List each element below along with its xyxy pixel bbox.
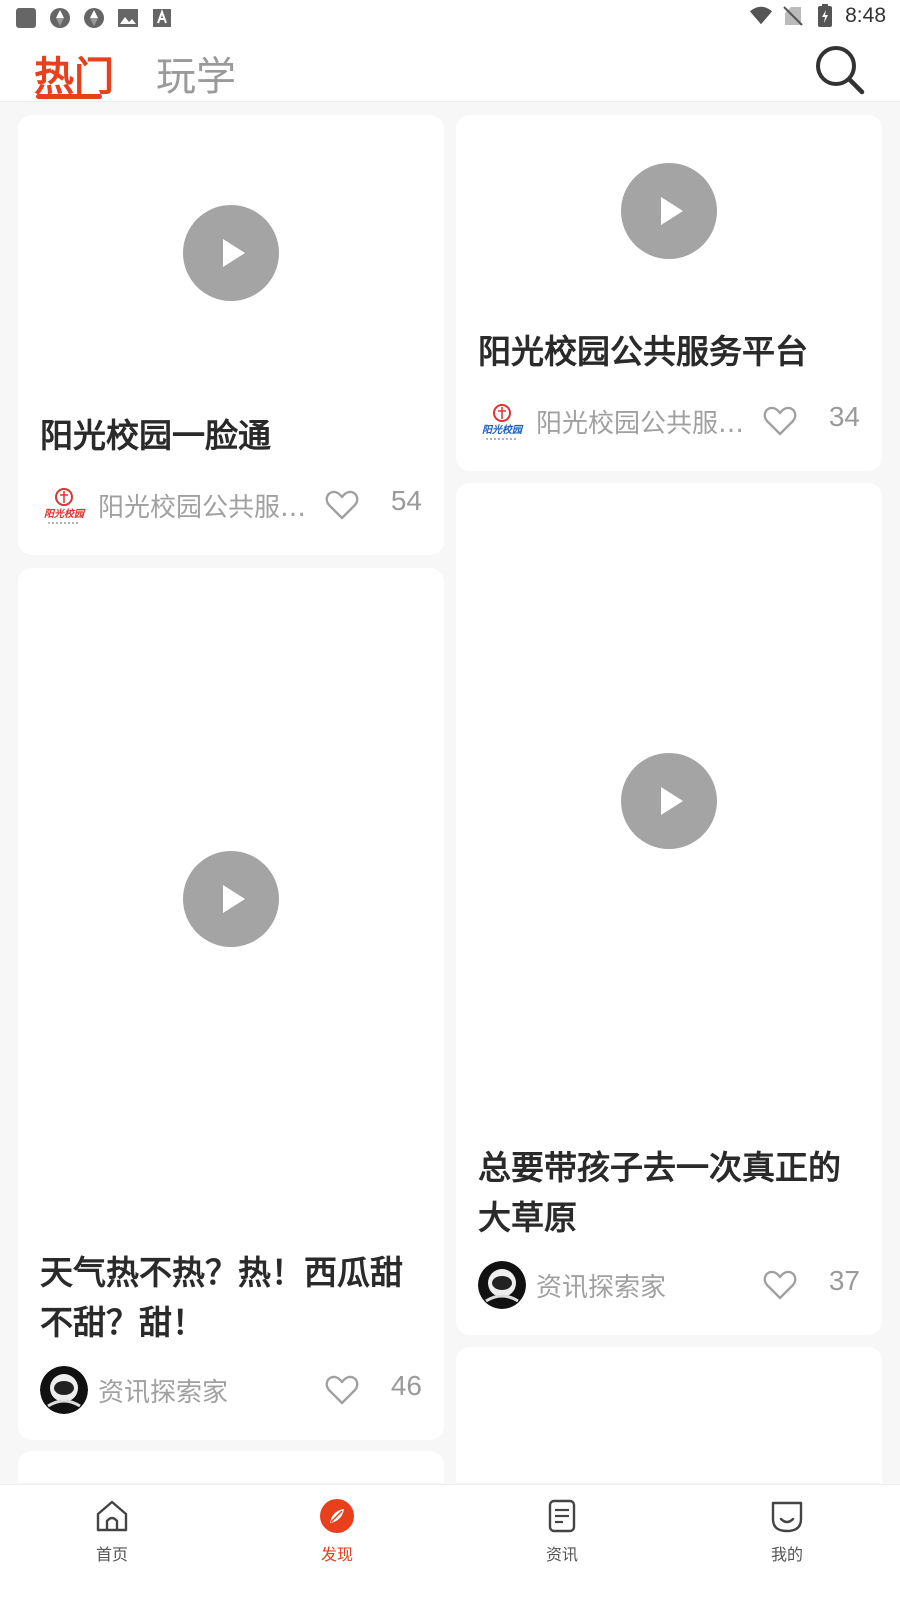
nav-label: 发现 [320, 1545, 353, 1564]
card-meta: 阳光校园 阳光校园公共服… 34 [478, 395, 860, 447]
author-name[interactable]: 资讯探索家 [536, 1267, 756, 1304]
nav-label: 资讯 [545, 1545, 578, 1564]
like-count: 46 [390, 1370, 422, 1401]
video-card[interactable]: 总要带孩子去一次真正的大草原 资讯探索家 37 [456, 483, 882, 1335]
heart-icon[interactable] [324, 487, 360, 523]
discover-feed[interactable]: 阳光校园一脸通 阳光校园 阳光校园公共服… 54 阳光校园公共服务平台 阳光校园… [0, 103, 900, 1483]
aperture-icon [82, 6, 106, 30]
video-card[interactable]: 阳光校园一脸通 阳光校园 阳光校园公共服… 54 [18, 115, 444, 555]
active-tab-indicator [36, 94, 102, 99]
play-button-icon[interactable] [621, 753, 717, 849]
heart-icon[interactable] [324, 1372, 360, 1408]
nav-label: 首页 [95, 1545, 128, 1564]
video-card-partial[interactable] [18, 1451, 444, 1483]
nav-item-home[interactable]: 首页 [67, 1497, 157, 1577]
video-card[interactable]: 阳光校园公共服务平台 阳光校园 阳光校园公共服… 34 [456, 115, 882, 471]
search-icon[interactable] [814, 44, 866, 96]
home-icon [93, 1497, 131, 1535]
avatar: 阳光校园 [40, 481, 88, 529]
nav-item-news[interactable]: 资讯 [517, 1497, 607, 1577]
nav-item-mine[interactable]: 我的 [742, 1497, 832, 1577]
card-meta: 资讯探索家 37 [478, 1259, 860, 1311]
card-meta: 阳光校园 阳光校园公共服… 54 [40, 479, 422, 531]
smile-icon [768, 1497, 806, 1535]
tab-play[interactable]: 玩学 [156, 44, 236, 102]
avatar: 阳光校园 [478, 397, 526, 445]
nav-label: 我的 [770, 1545, 803, 1564]
aperture-icon [48, 6, 72, 30]
app-square-icon [14, 6, 38, 30]
like-count: 34 [828, 401, 860, 432]
compass-icon [318, 1497, 356, 1535]
card-title: 总要带孩子去一次真正的大草原 [478, 1148, 841, 1237]
like-count: 54 [390, 485, 422, 516]
clock: 8:48 [845, 4, 886, 27]
image-icon [116, 6, 140, 30]
heart-icon[interactable] [762, 403, 798, 439]
status-bar: 8:48 [0, 0, 900, 36]
system-icons: 8:48 [749, 4, 886, 28]
nav-item-discover[interactable]: 发现 [292, 1497, 382, 1577]
svg-text:阳光校园: 阳光校园 [44, 508, 86, 520]
author-name[interactable]: 资讯探索家 [98, 1372, 318, 1409]
top-header: 热门 玩学 [0, 36, 900, 102]
avatar [40, 1366, 88, 1414]
play-button-icon[interactable] [183, 205, 279, 301]
like-count: 37 [828, 1265, 860, 1296]
author-name[interactable]: 阳光校园公共服… [536, 403, 756, 440]
document-icon [543, 1497, 581, 1535]
bottom-navigation: 首页 发现 资讯 我的 [0, 1484, 900, 1600]
svg-text:阳光校园: 阳光校园 [482, 424, 524, 436]
video-card[interactable]: 天气热不热？热！西瓜甜不甜？甜！ 资讯探索家 46 [18, 568, 444, 1440]
card-title: 天气热不热？热！西瓜甜不甜？甜！ [40, 1253, 403, 1342]
font-a-icon [150, 6, 174, 30]
play-button-icon[interactable] [183, 851, 279, 947]
battery-charging-icon [813, 4, 837, 28]
card-title: 阳光校园公共服务平台 [478, 332, 808, 371]
play-button-icon[interactable] [621, 163, 717, 259]
card-meta: 资讯探索家 46 [40, 1364, 422, 1416]
video-card-partial[interactable] [456, 1347, 882, 1483]
heart-icon[interactable] [762, 1267, 798, 1303]
card-title: 阳光校园一脸通 [40, 416, 271, 455]
no-sim-icon [781, 4, 805, 28]
notification-icons [14, 6, 174, 30]
avatar [478, 1261, 526, 1309]
wifi-icon [749, 4, 773, 28]
author-name[interactable]: 阳光校园公共服… [98, 487, 318, 524]
